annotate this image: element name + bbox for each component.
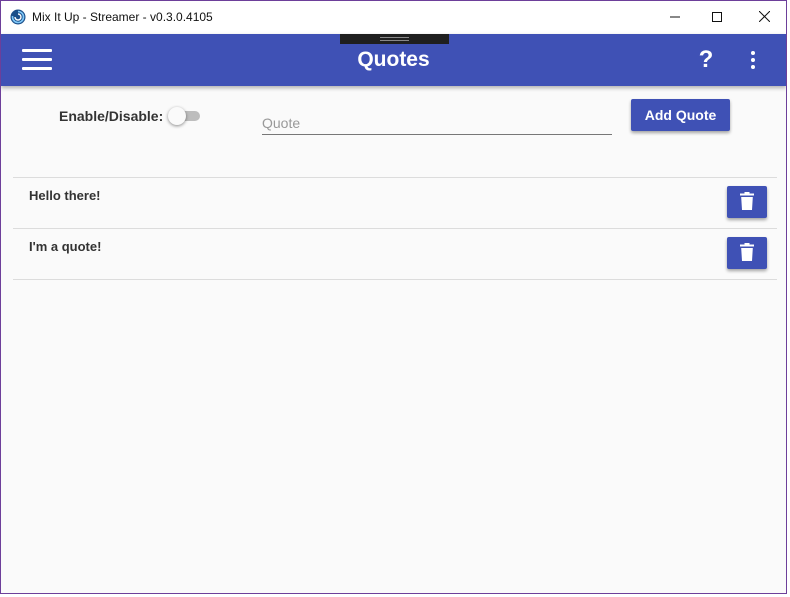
minimize-button[interactable]	[652, 1, 698, 34]
list-item: Hello there!	[13, 178, 777, 229]
title-bar[interactable]: Mix It Up - Streamer - v0.3.0.4105	[1, 1, 786, 34]
quote-input[interactable]	[262, 111, 612, 135]
quote-list: Hello there! I'm a quote!	[13, 177, 777, 280]
minimize-icon	[670, 9, 680, 27]
quote-text: I'm a quote!	[29, 239, 102, 254]
maximize-button[interactable]	[694, 1, 740, 34]
mixitup-logo-icon	[10, 9, 26, 25]
help-button[interactable]: ?	[694, 46, 718, 74]
quote-text: Hello there!	[29, 188, 101, 203]
page-title: Quotes	[357, 48, 430, 71]
enable-toggle[interactable]	[168, 107, 200, 125]
trash-icon	[740, 191, 754, 213]
delete-quote-button[interactable]	[727, 186, 767, 218]
window-title: Mix It Up - Streamer - v0.3.0.4105	[32, 10, 213, 24]
delete-quote-button[interactable]	[727, 237, 767, 269]
app-bar: Quotes ?	[1, 34, 786, 86]
add-quote-button[interactable]: Add Quote	[631, 99, 730, 131]
enable-disable-label: Enable/Disable:	[59, 108, 164, 124]
list-item: I'm a quote!	[13, 229, 777, 280]
app-window: Mix It Up - Streamer - v0.3.0.4105 Quote…	[0, 0, 787, 594]
drag-handle[interactable]	[340, 34, 449, 44]
maximize-icon	[712, 9, 722, 27]
trash-icon	[740, 242, 754, 264]
close-icon	[758, 9, 770, 27]
more-vert-icon[interactable]	[745, 51, 761, 71]
close-button[interactable]	[741, 1, 786, 34]
